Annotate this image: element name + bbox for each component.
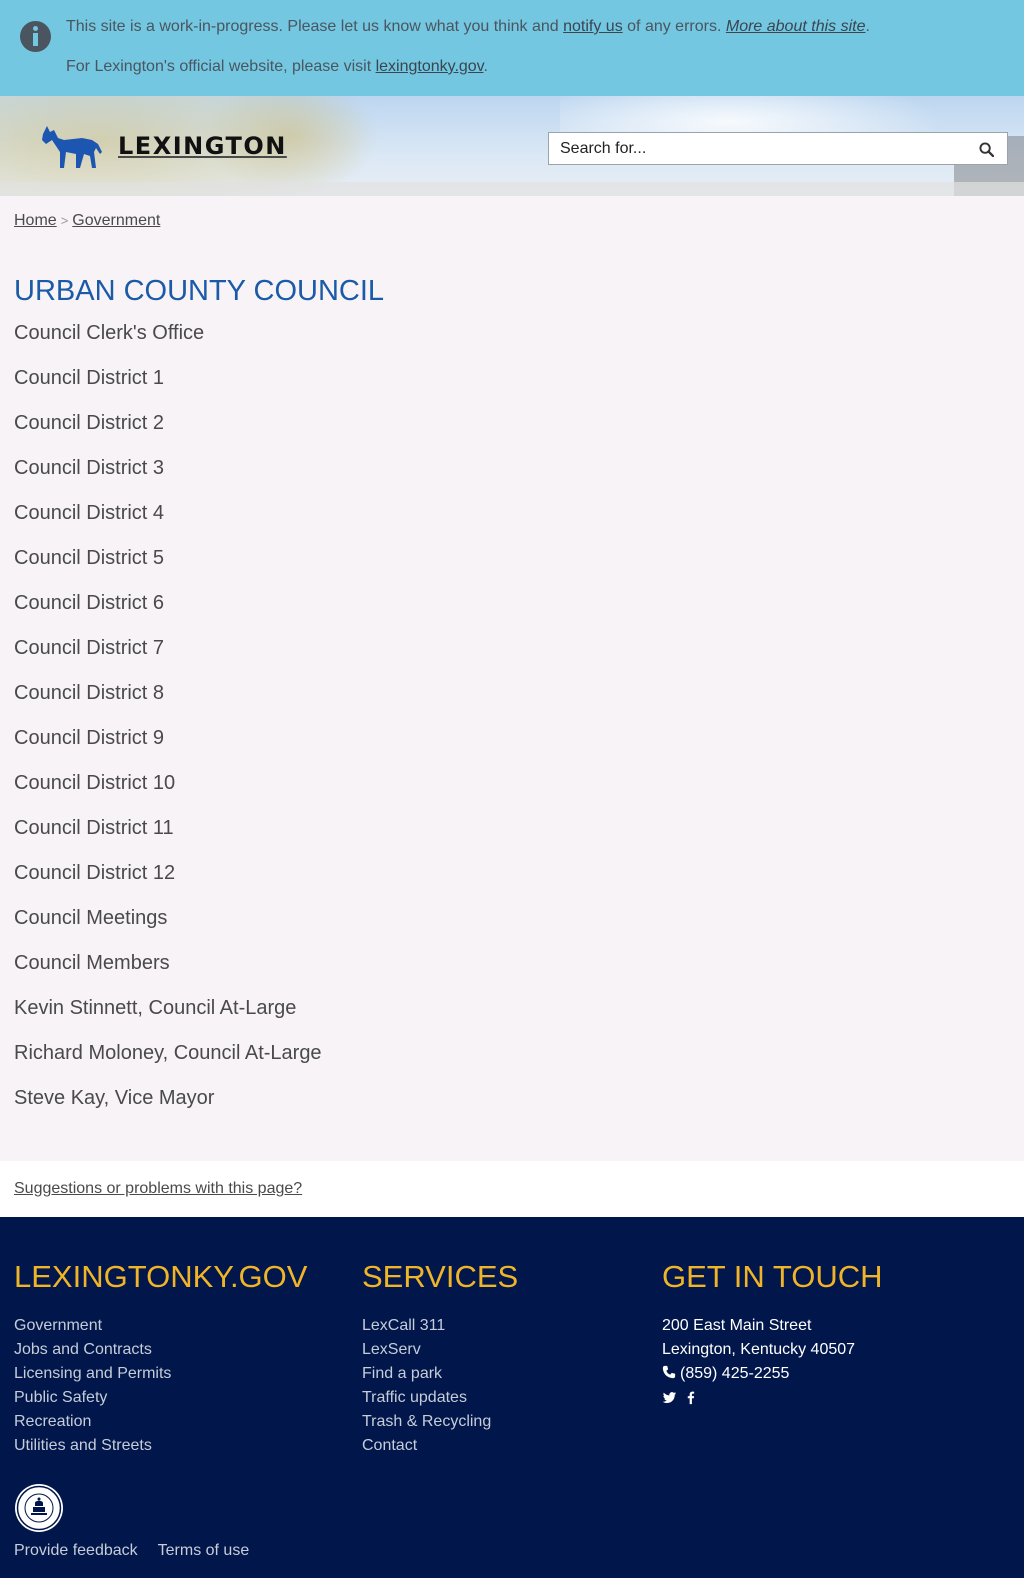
- list-item[interactable]: Council District 3: [14, 457, 322, 502]
- list-item[interactable]: Council District 2: [14, 412, 322, 457]
- notice-line-2: For Lexington's official website, please…: [66, 58, 488, 76]
- info-icon: [20, 21, 51, 52]
- footer-link[interactable]: Trash & Recycling: [362, 1410, 518, 1434]
- city-seal-icon: [15, 1484, 63, 1532]
- breadcrumb-home[interactable]: Home: [14, 212, 57, 229]
- list-item[interactable]: Council Members: [14, 952, 322, 997]
- footer-column-contact: GET IN TOUCH 200 East Main Street Lexing…: [662, 1259, 882, 1405]
- list-item[interactable]: Council District 10: [14, 772, 322, 817]
- footer-link[interactable]: Find a park: [362, 1362, 518, 1386]
- notice-line-1: This site is a work-in-progress. Please …: [66, 18, 870, 36]
- list-item[interactable]: Council District 1: [14, 367, 322, 412]
- site-header: LEXINGTON: [0, 96, 1024, 196]
- notice-text: of any errors.: [622, 18, 726, 35]
- address-line: 200 East Main Street: [662, 1317, 812, 1334]
- provide-feedback-link[interactable]: Provide feedback: [14, 1542, 138, 1559]
- search-box: [548, 132, 1008, 165]
- list-item[interactable]: Council District 12: [14, 862, 322, 907]
- footer-column-lexingtonky: LEXINGTONKY.GOV Government Jobs and Cont…: [14, 1259, 307, 1458]
- footer-link[interactable]: Jobs and Contracts: [14, 1338, 307, 1362]
- phone-number[interactable]: (859) 425-2255: [662, 1362, 882, 1386]
- list-item[interactable]: Council District 5: [14, 547, 322, 592]
- breadcrumb: Home > Government: [14, 212, 160, 230]
- list-item[interactable]: Council District 7: [14, 637, 322, 682]
- notice-text: .: [483, 58, 488, 75]
- footer-heading: LEXINGTONKY.GOV: [14, 1259, 308, 1294]
- footer-link[interactable]: LexServ: [362, 1338, 518, 1362]
- facebook-icon[interactable]: [683, 1390, 698, 1405]
- footer-link[interactable]: Government: [14, 1314, 307, 1338]
- list-item[interactable]: Council District 4: [14, 502, 322, 547]
- footer-bottom-links: Provide feedback Terms of use: [14, 1542, 269, 1560]
- footer-link[interactable]: Recreation: [14, 1410, 307, 1434]
- list-item[interactable]: Council Meetings: [14, 907, 322, 952]
- list-item[interactable]: Steve Kay, Vice Mayor: [14, 1087, 322, 1132]
- social-links: [662, 1390, 882, 1405]
- terms-of-use-link[interactable]: Terms of use: [158, 1542, 250, 1559]
- list-item[interactable]: Council District 6: [14, 592, 322, 637]
- notify-us-link[interactable]: notify us: [563, 18, 623, 35]
- phone-text: (859) 425-2255: [680, 1365, 790, 1382]
- list-item[interactable]: Kevin Stinnett, Council At-Large: [14, 997, 322, 1042]
- notice-text: This site is a work-in-progress. Please …: [66, 18, 564, 35]
- footer-heading: SERVICES: [362, 1259, 519, 1294]
- list-item[interactable]: Council Clerk's Office: [14, 322, 322, 367]
- footer-heading: GET IN TOUCH: [662, 1259, 883, 1294]
- header-background-image: [0, 182, 1024, 196]
- address-line: Lexington, Kentucky 40507: [662, 1341, 856, 1358]
- notice-text: For Lexington's official website, please…: [66, 58, 376, 75]
- footer-link[interactable]: Contact: [362, 1434, 518, 1458]
- search-input[interactable]: [549, 133, 959, 164]
- footer-link[interactable]: Licensing and Permits: [14, 1362, 307, 1386]
- breadcrumb-government[interactable]: Government: [72, 212, 160, 229]
- phone-icon: [662, 1365, 676, 1379]
- site-footer: LEXINGTONKY.GOV Government Jobs and Cont…: [0, 1217, 1024, 1578]
- footer-link[interactable]: LexCall 311: [362, 1314, 518, 1338]
- list-item[interactable]: Council District 11: [14, 817, 322, 862]
- footer-link[interactable]: Traffic updates: [362, 1386, 518, 1410]
- page-title: URBAN COUNTY COUNCIL: [14, 275, 385, 307]
- footer-column-services: SERVICES LexCall 311 LexServ Find a park…: [362, 1259, 518, 1458]
- official-site-link[interactable]: lexingtonky.gov: [376, 58, 484, 75]
- site-notice-banner: This site is a work-in-progress. Please …: [0, 0, 1024, 96]
- council-link-list: Council Clerk's Office Council District …: [14, 322, 322, 1132]
- footer-link[interactable]: Utilities and Streets: [14, 1434, 307, 1458]
- more-about-site-link[interactable]: More about this site: [726, 18, 866, 35]
- list-item[interactable]: Richard Moloney, Council At-Large: [14, 1042, 322, 1087]
- list-item[interactable]: Council District 8: [14, 682, 322, 727]
- search-icon[interactable]: [979, 142, 994, 157]
- site-logo[interactable]: LEXINGTON: [38, 122, 287, 170]
- horse-icon: [42, 126, 102, 168]
- notice-text: .: [865, 18, 870, 35]
- list-item[interactable]: Council District 9: [14, 727, 322, 772]
- breadcrumb-separator: >: [60, 213, 69, 228]
- suggestions-link[interactable]: Suggestions or problems with this page?: [14, 1180, 302, 1198]
- footer-link[interactable]: Public Safety: [14, 1386, 307, 1410]
- feedback-bar: Suggestions or problems with this page?: [0, 1161, 1024, 1217]
- brand-name: LEXINGTON: [118, 132, 287, 160]
- twitter-icon[interactable]: [662, 1390, 677, 1405]
